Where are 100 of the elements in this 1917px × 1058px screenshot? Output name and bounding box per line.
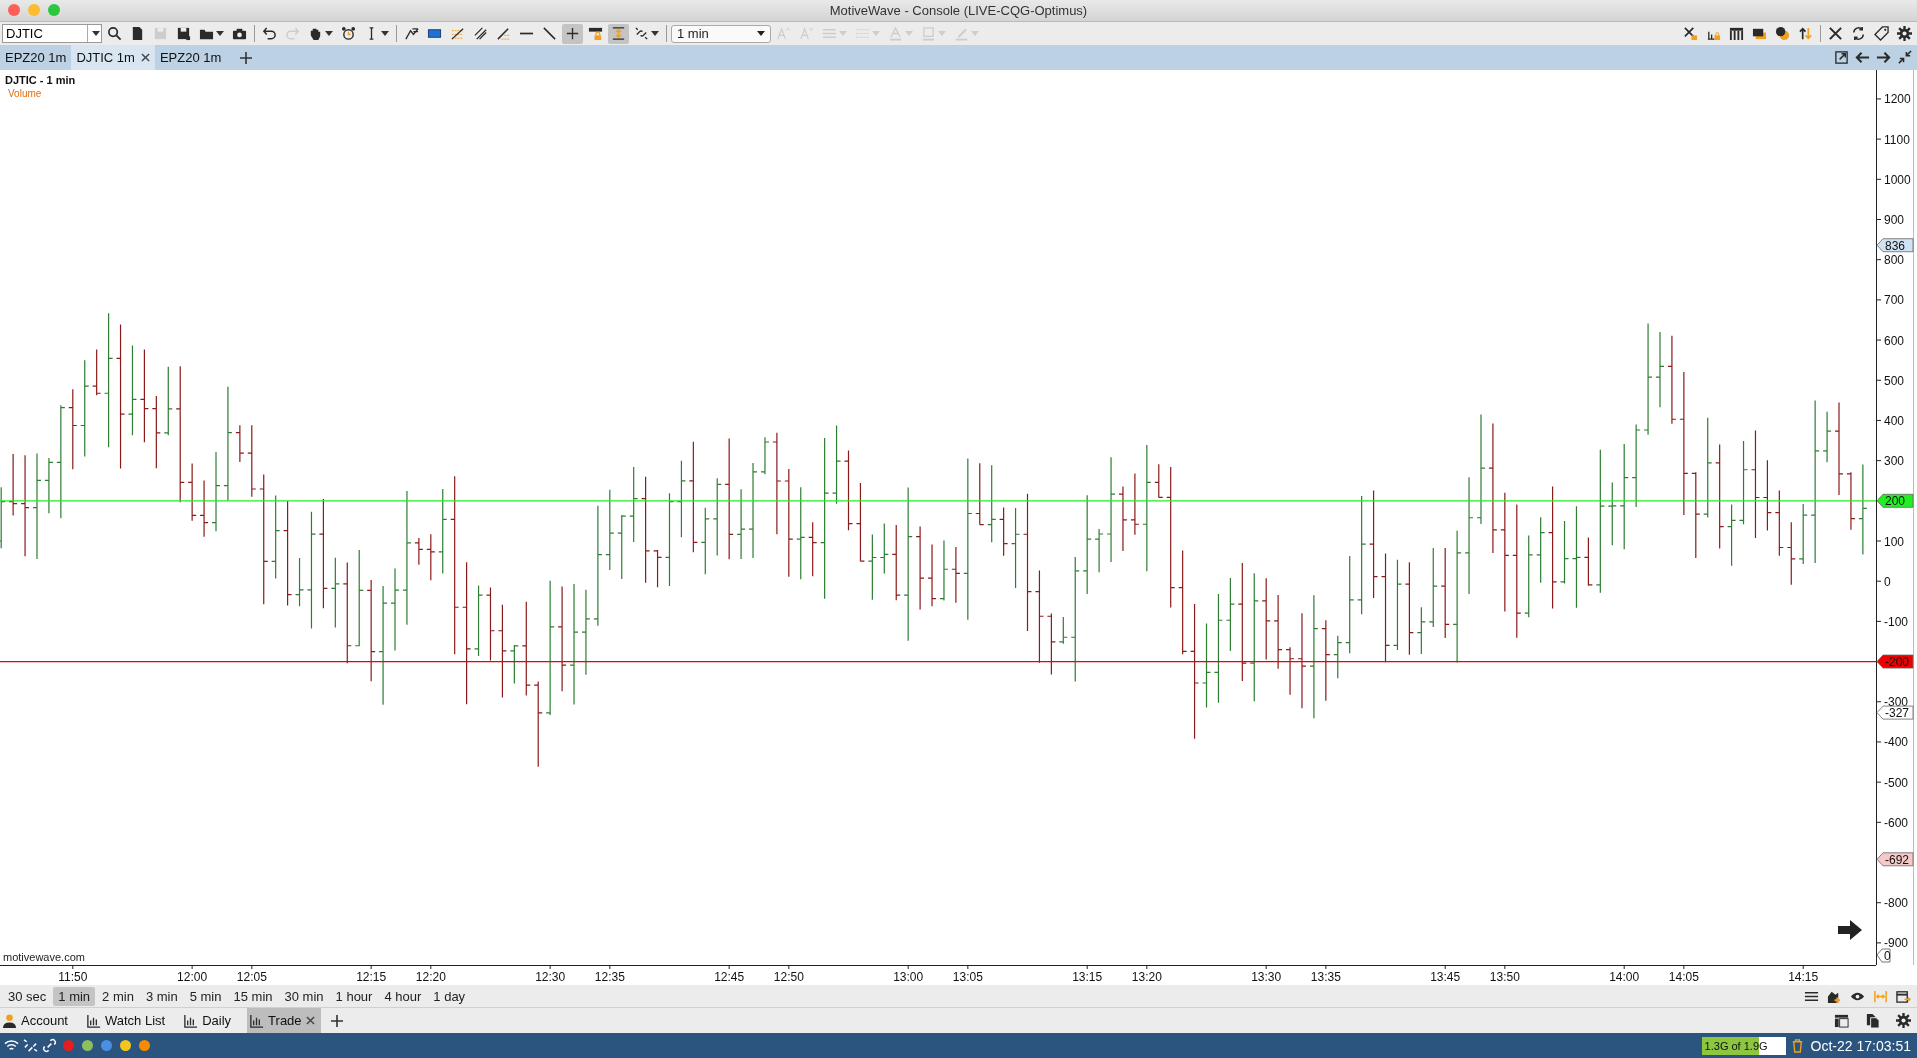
axis-label: 12:05 (236, 970, 267, 984)
price-marker: 200 (1876, 493, 1914, 509)
right-arrow-icon[interactable] (1838, 920, 1862, 940)
font-smaller-icon (799, 26, 814, 41)
caret-icon (905, 31, 913, 36)
panel-tab[interactable]: Account (0, 1008, 74, 1033)
axis-label: 0 (1884, 574, 1891, 589)
axis-label: 13:35 (1310, 970, 1341, 984)
redo-icon (285, 26, 300, 41)
caret-icon (839, 31, 847, 36)
fibonacci-icon (450, 26, 465, 41)
chart-tab[interactable]: EPZ20 1m (0, 45, 72, 70)
bar-size-button[interactable]: 3 min (140, 986, 183, 1006)
crosshair-icon (565, 26, 580, 41)
caret-icon (757, 31, 765, 36)
interval-select[interactable]: 1 min (671, 24, 771, 43)
lock-icon (588, 26, 603, 41)
price-marker: 836 (1876, 238, 1914, 253)
camera-icon (232, 26, 247, 41)
hand-icon (308, 26, 323, 41)
axis-label: -500 (1884, 775, 1909, 790)
volume-marker: 0 (1876, 948, 1891, 963)
axis-label: 13:50 (1489, 970, 1520, 984)
panel-tab[interactable]: Trade (247, 1008, 321, 1033)
alarm-clock-icon (341, 26, 356, 41)
tool-button[interactable] (562, 23, 583, 44)
axis-label: 400 (1884, 413, 1905, 428)
collapse-icon (1897, 50, 1912, 65)
wifi-icon (4, 1038, 19, 1053)
close-icon[interactable] (305, 1016, 315, 1025)
axis-label: 1200 (1884, 92, 1911, 107)
popout-icon (1834, 50, 1849, 65)
caret-icon (651, 31, 659, 36)
close-icon[interactable] (140, 53, 150, 62)
tool-button[interactable] (608, 23, 629, 44)
axis-label: 13:30 (1251, 970, 1282, 984)
axis-label: -900 (1884, 936, 1909, 951)
axis-label: 500 (1884, 373, 1905, 388)
bar-size-button[interactable]: 30 min (279, 986, 329, 1006)
bar-size-button[interactable]: 1 day (428, 986, 471, 1006)
tag-icon (1874, 26, 1889, 41)
horizontal-line[interactable] (0, 660, 1877, 663)
price-marker: -327 (1876, 705, 1914, 721)
tool-button[interactable] (1893, 1010, 1914, 1031)
chart-footer: motivewave.com (3, 951, 85, 963)
axis-label: 800 (1884, 253, 1905, 268)
bar-chart-icon (86, 1013, 101, 1028)
bar-size-button[interactable]: 4 hour (379, 986, 427, 1006)
broken-link-icon (634, 26, 649, 41)
axis-label: 12:45 (714, 970, 745, 984)
window-title: MotiveWave - Console (LIVE-CQG-Optimus) (829, 3, 1088, 18)
left-arrow-icon (1855, 50, 1870, 65)
axis-label: -400 (1884, 735, 1909, 750)
axis-label: 300 (1884, 454, 1905, 469)
link-icon (42, 1038, 57, 1053)
copy-icon (1865, 1013, 1880, 1028)
parallel-lines-icon (473, 26, 488, 41)
add-tab-icon[interactable] (240, 51, 253, 64)
axis-label: 900 (1884, 213, 1905, 227)
rectangle-icon (427, 26, 442, 41)
document-icon (130, 26, 145, 41)
axis-label: 12:20 (415, 970, 446, 984)
axis-label: -100 (1884, 614, 1909, 629)
axis-label: 600 (1884, 333, 1905, 348)
bar-size-button[interactable]: 1 hour (330, 986, 378, 1006)
caret-icon (325, 31, 333, 36)
bar-size-button[interactable]: 5 min (184, 986, 227, 1006)
caret-icon (381, 31, 389, 36)
axis-label: 13:05 (952, 970, 983, 984)
windows-icon (1752, 26, 1767, 41)
tool-button[interactable] (1871, 23, 1892, 44)
trend-lines-icon (404, 26, 419, 41)
font-larger-icon (776, 26, 791, 41)
axis-label: -600 (1884, 815, 1909, 830)
tool-button[interactable] (1894, 23, 1915, 44)
axis-label: 12:35 (594, 970, 625, 984)
columns-icon (1729, 26, 1744, 41)
bar-size-button[interactable]: 30 sec (3, 986, 52, 1006)
bar-size-button[interactable]: 1 min (53, 986, 96, 1006)
caret-icon (872, 31, 880, 36)
vertical-arrows-icon (611, 26, 626, 41)
chart-tab[interactable]: EPZ20 1m (154, 45, 227, 70)
bar-size-button[interactable]: 15 min (228, 986, 278, 1006)
axis-label: -800 (1884, 896, 1909, 911)
panel-tab[interactable]: Watch List (84, 1008, 172, 1033)
add-tab-icon[interactable] (330, 1014, 343, 1027)
settings-icon (1897, 26, 1912, 41)
symbol-combo-box[interactable]: DJTIC (2, 24, 102, 43)
axis-label: 12:15 (356, 970, 387, 984)
panel-tab[interactable]: Daily (181, 1008, 238, 1033)
axis-label: 12:50 (773, 970, 804, 984)
axis-label: 14:15 (1788, 970, 1819, 984)
chart-tab[interactable]: DJTIC 1m (71, 45, 155, 70)
axis-label: 12:30 (535, 970, 566, 984)
axis-label: 13:15 (1072, 970, 1103, 984)
symbol-field[interactable]: DJTIC (3, 26, 87, 41)
axis-label: 100 (1884, 534, 1905, 549)
caret-icon (938, 31, 946, 36)
bar-size-button[interactable]: 2 min (97, 986, 139, 1006)
right-arrow-icon (1876, 50, 1891, 65)
